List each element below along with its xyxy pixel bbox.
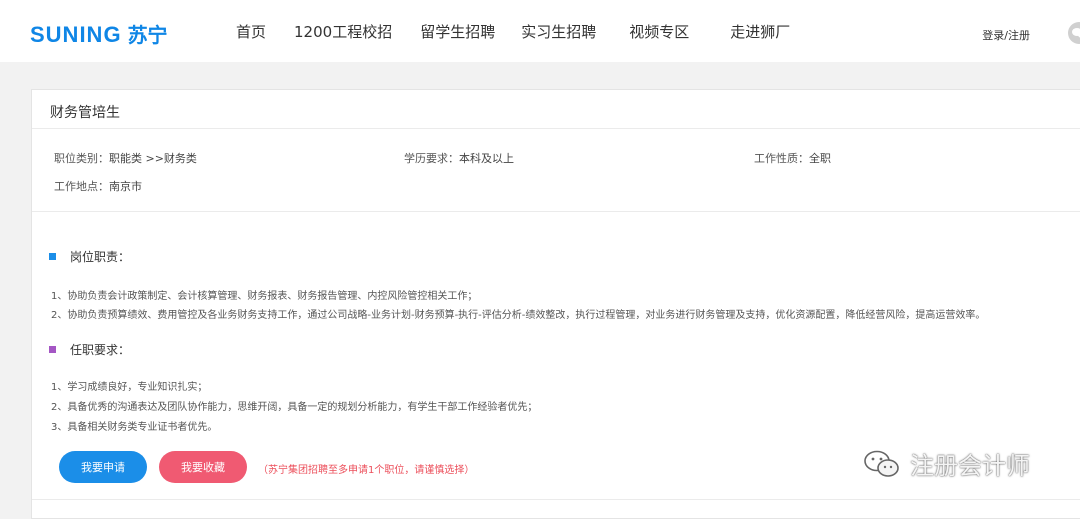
job-education: 学历要求：本科及以上 bbox=[404, 150, 514, 166]
nav-videos[interactable]: 视频专区 bbox=[629, 21, 689, 42]
wechat-icon[interactable] bbox=[1068, 22, 1080, 44]
wechat-watermark-icon bbox=[864, 450, 899, 477]
job-nature: 工作性质：全职 bbox=[754, 150, 831, 166]
requirement-line-3: 3、具备相关财务类专业证书者优先。 bbox=[51, 422, 218, 433]
duty-line-1: 1、协助负责会计政策制定、会计核算管理、财务报表、财务报告管理、内控风险管控相关… bbox=[51, 291, 478, 302]
login-register-link[interactable]: 登录/注册 bbox=[982, 27, 1030, 43]
duty-line-2: 2、协助负责预算绩效、费用管控及各业务财务支持工作，通过公司战略-业务计划-财务… bbox=[51, 310, 986, 321]
nav-interns[interactable]: 实习生招聘 bbox=[521, 21, 596, 42]
watermark-text: 注册会计师 bbox=[910, 452, 1030, 480]
duties-heading: 岗位职责： bbox=[49, 248, 130, 265]
apply-button[interactable]: 我要申请 bbox=[59, 451, 147, 483]
job-category-value: 职能类 >>财务类 bbox=[109, 152, 197, 165]
wechat-watermark: 注册会计师 bbox=[862, 446, 1030, 481]
nav-overseas-students[interactable]: 留学生招聘 bbox=[420, 21, 495, 42]
job-education-label: 学历要求： bbox=[404, 152, 459, 165]
divider bbox=[32, 128, 1080, 129]
logo-text-zh: 苏宁 bbox=[127, 23, 168, 47]
favorite-button[interactable]: 我要收藏 bbox=[159, 451, 247, 483]
job-location: 工作地点：南京市 bbox=[54, 178, 142, 194]
application-notice: （苏宁集团招聘至多申请1个职位，请谨慎选择） bbox=[258, 465, 475, 476]
job-category-label: 职位类别： bbox=[54, 152, 109, 165]
nav-about[interactable]: 走进狮厂 bbox=[730, 21, 790, 42]
job-location-label: 工作地点： bbox=[54, 180, 109, 193]
job-nature-label: 工作性质： bbox=[754, 152, 809, 165]
job-location-value: 南京市 bbox=[109, 180, 142, 193]
logo-text-en: SUNING bbox=[30, 22, 122, 47]
square-marker-icon bbox=[49, 253, 56, 260]
divider bbox=[32, 499, 1080, 500]
nav-1200-campus[interactable]: 1200工程校招 bbox=[294, 21, 392, 42]
duties-heading-text: 岗位职责： bbox=[70, 250, 131, 264]
requirements-heading: 任职要求： bbox=[49, 341, 130, 358]
job-nature-value: 全职 bbox=[809, 152, 831, 165]
requirement-line-2: 2、具备优秀的沟通表达及团队协作能力，思维开阔，具备一定的规划分析能力，有学生干… bbox=[51, 402, 538, 413]
requirement-line-1: 1、学习成绩良好，专业知识扎实； bbox=[51, 382, 208, 393]
requirements-heading-text: 任职要求： bbox=[70, 343, 131, 357]
job-education-value: 本科及以上 bbox=[459, 152, 514, 165]
divider bbox=[32, 211, 1080, 212]
square-marker-icon bbox=[49, 346, 56, 353]
top-navigation-bar: SUNING 苏宁 首页 1200工程校招 留学生招聘 实习生招聘 视频专区 走… bbox=[0, 0, 1080, 62]
suning-logo[interactable]: SUNING 苏宁 bbox=[30, 22, 168, 48]
job-title: 财务管培生 bbox=[50, 105, 120, 121]
job-category: 职位类别：职能类 >>财务类 bbox=[54, 150, 197, 166]
nav-home[interactable]: 首页 bbox=[236, 21, 266, 42]
main-nav: 首页 1200工程校招 留学生招聘 实习生招聘 视频专区 走进狮厂 bbox=[236, 0, 818, 62]
